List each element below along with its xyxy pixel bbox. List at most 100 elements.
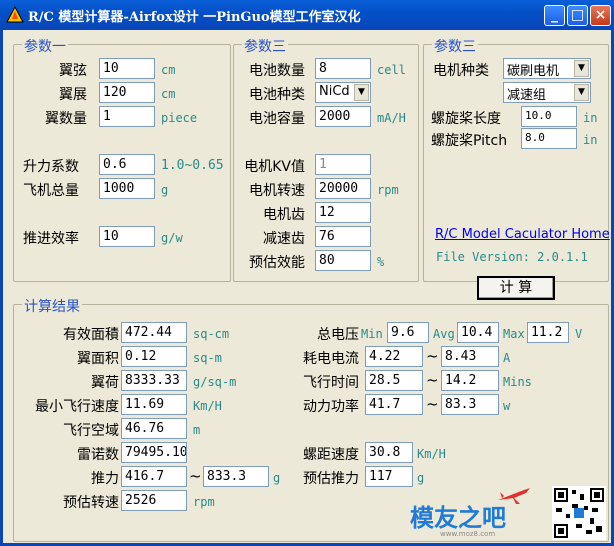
prop-pitch-unit: in xyxy=(583,133,598,147)
voltage-min-value: 9.6 xyxy=(387,322,429,343)
span-label: 翼展 xyxy=(59,87,87,103)
battery-type-value: NiCd xyxy=(319,84,350,99)
effective-area-unit: sq-cm xyxy=(193,327,230,341)
chevron-down-icon: ▼ xyxy=(574,84,589,101)
rpm-label: 电机转速 xyxy=(249,183,305,199)
prop-diameter-unit: in xyxy=(583,111,598,125)
chord-label: 翼弦 xyxy=(59,63,87,79)
wing-count-input[interactable]: 1 xyxy=(99,106,155,127)
wing-area-label: 翼面积 xyxy=(77,351,119,367)
effective-area-label: 有效面積 xyxy=(63,327,119,343)
kv-input[interactable]: 1 xyxy=(315,154,371,175)
power-max-value: 83.3 xyxy=(441,394,499,415)
watermark-url: www.moz8.com xyxy=(440,530,496,538)
wing-count-unit: piece xyxy=(161,111,198,125)
power-label: 动力功率 xyxy=(303,399,359,415)
version-text: File Version: 2.0.1.1 xyxy=(436,250,588,264)
current-max-value: 8.43 xyxy=(441,346,499,367)
group-title: 参数一 xyxy=(22,36,68,56)
tilde: ~ xyxy=(426,347,439,365)
rpm-input[interactable]: 20000 xyxy=(315,178,371,199)
flight-time-label: 飞行时间 xyxy=(303,375,359,391)
chord-input[interactable]: 10 xyxy=(99,58,155,79)
flight-time-unit: Mins xyxy=(503,375,532,389)
thrust-label: 推力 xyxy=(91,471,119,487)
battery-type-select[interactable]: NiCd ▼ xyxy=(315,82,371,103)
close-button[interactable]: × xyxy=(590,5,611,26)
lift-input[interactable]: 0.6 xyxy=(99,154,155,175)
plane-logo-icon xyxy=(498,488,530,504)
power-unit: w xyxy=(503,399,511,413)
capacity-label: 电池容量 xyxy=(249,111,305,127)
client-area: 参数一 翼弦 10 cm 翼展 120 cm 翼数量 1 piece 升力系数 … xyxy=(0,30,614,546)
min-speed-value: 11.69 xyxy=(121,394,187,415)
tilde: ~ xyxy=(426,395,439,413)
weight-unit: g xyxy=(161,183,169,197)
current-min-value: 4.22 xyxy=(365,346,423,367)
window-title: R/C 模型计算器-Airfox设计 一PinGuo模型工作室汉化 xyxy=(28,10,361,25)
prop-diameter-input[interactable]: 10.0 xyxy=(521,106,577,127)
maximize-button[interactable]: □ xyxy=(567,5,588,26)
motor-type-label: 电机种类 xyxy=(433,63,489,79)
capacity-unit: mA/H xyxy=(377,111,406,125)
kv-label: 电机KV值 xyxy=(244,159,305,175)
thrust-max-value: 833.3 xyxy=(203,466,269,487)
prop-diameter-label: 螺旋桨长度 xyxy=(431,111,501,127)
current-label: 耗电电流 xyxy=(303,351,359,367)
chevron-down-icon: ▼ xyxy=(574,60,589,77)
watermark-text: 模友之吧 xyxy=(410,504,506,532)
lift-range: 1.0~0.65 xyxy=(161,158,224,173)
minimize-button[interactable]: _ xyxy=(544,5,565,26)
weight-label: 飞机总量 xyxy=(23,183,79,199)
home-link[interactable]: R/C Model Caculator Home xyxy=(435,227,610,242)
tilde: ~ xyxy=(189,467,202,485)
pitch-speed-unit: Km/H xyxy=(417,447,446,461)
minimize-icon: _ xyxy=(551,7,558,23)
span-unit: cm xyxy=(161,87,176,101)
flight-time-max-value: 14.2 xyxy=(441,370,499,391)
est-thrust-value: 117 xyxy=(365,466,413,487)
flight-space-value: 46.76 xyxy=(121,418,187,439)
maximize-icon: □ xyxy=(570,7,585,23)
motor-gear-label: 电机齿 xyxy=(263,207,305,223)
wing-load-unit: g/sq-m xyxy=(193,375,237,389)
voltage-label: 总电压 xyxy=(317,327,359,343)
est-thrust-label: 预估推力 xyxy=(303,471,359,487)
prop-pitch-input[interactable]: 8.0 xyxy=(521,128,577,149)
wing-area-value: 0.12 xyxy=(121,346,187,367)
capacity-input[interactable]: 2000 xyxy=(315,106,371,127)
cells-input[interactable]: 8 xyxy=(315,58,371,79)
span-input[interactable]: 120 xyxy=(99,82,155,103)
wing-load-value: 8333.33 xyxy=(121,370,187,391)
min-speed-unit: Km/H xyxy=(193,399,222,413)
calculate-button[interactable]: 计 算 xyxy=(477,276,555,300)
qr-code-icon xyxy=(552,486,606,540)
voltage-avg-value: 10.4 xyxy=(457,322,499,343)
chord-unit: cm xyxy=(161,63,176,77)
est-efficiency-input[interactable]: 80 xyxy=(315,250,371,271)
reynolds-value: 79495.10 xyxy=(121,442,187,463)
weight-input[interactable]: 1000 xyxy=(99,178,155,199)
est-efficiency-label: 预估效能 xyxy=(249,255,305,271)
gearbox-select[interactable]: 减速组 ▼ xyxy=(503,82,591,103)
thrust-min-value: 416.7 xyxy=(121,466,187,487)
lift-label: 升力系数 xyxy=(23,159,79,175)
wing-count-label: 翼数量 xyxy=(45,111,87,127)
motor-type-select[interactable]: 碳刷电机 ▼ xyxy=(503,58,591,79)
efficiency-input[interactable]: 10 xyxy=(99,226,155,247)
wing-area-unit: sq-m xyxy=(193,351,222,365)
reynolds-label: 雷诺数 xyxy=(77,447,119,463)
efficiency-unit: g/w xyxy=(161,231,183,245)
thrust-unit: g xyxy=(273,471,281,485)
battery-type-label: 电池种类 xyxy=(249,87,305,103)
cells-label: 电池数量 xyxy=(249,63,305,79)
pitch-speed-label: 螺距速度 xyxy=(303,447,359,463)
prop-pitch-label: 螺旋桨Pitch xyxy=(431,133,508,149)
est-thrust-unit: g xyxy=(417,471,425,485)
app-icon xyxy=(6,6,24,23)
reduction-gear-input[interactable]: 76 xyxy=(315,226,371,247)
group-title: 参数三 xyxy=(432,36,478,56)
motor-gear-input[interactable]: 12 xyxy=(315,202,371,223)
voltage-max-label: Max xyxy=(503,327,525,341)
voltage-unit: V xyxy=(575,327,583,341)
